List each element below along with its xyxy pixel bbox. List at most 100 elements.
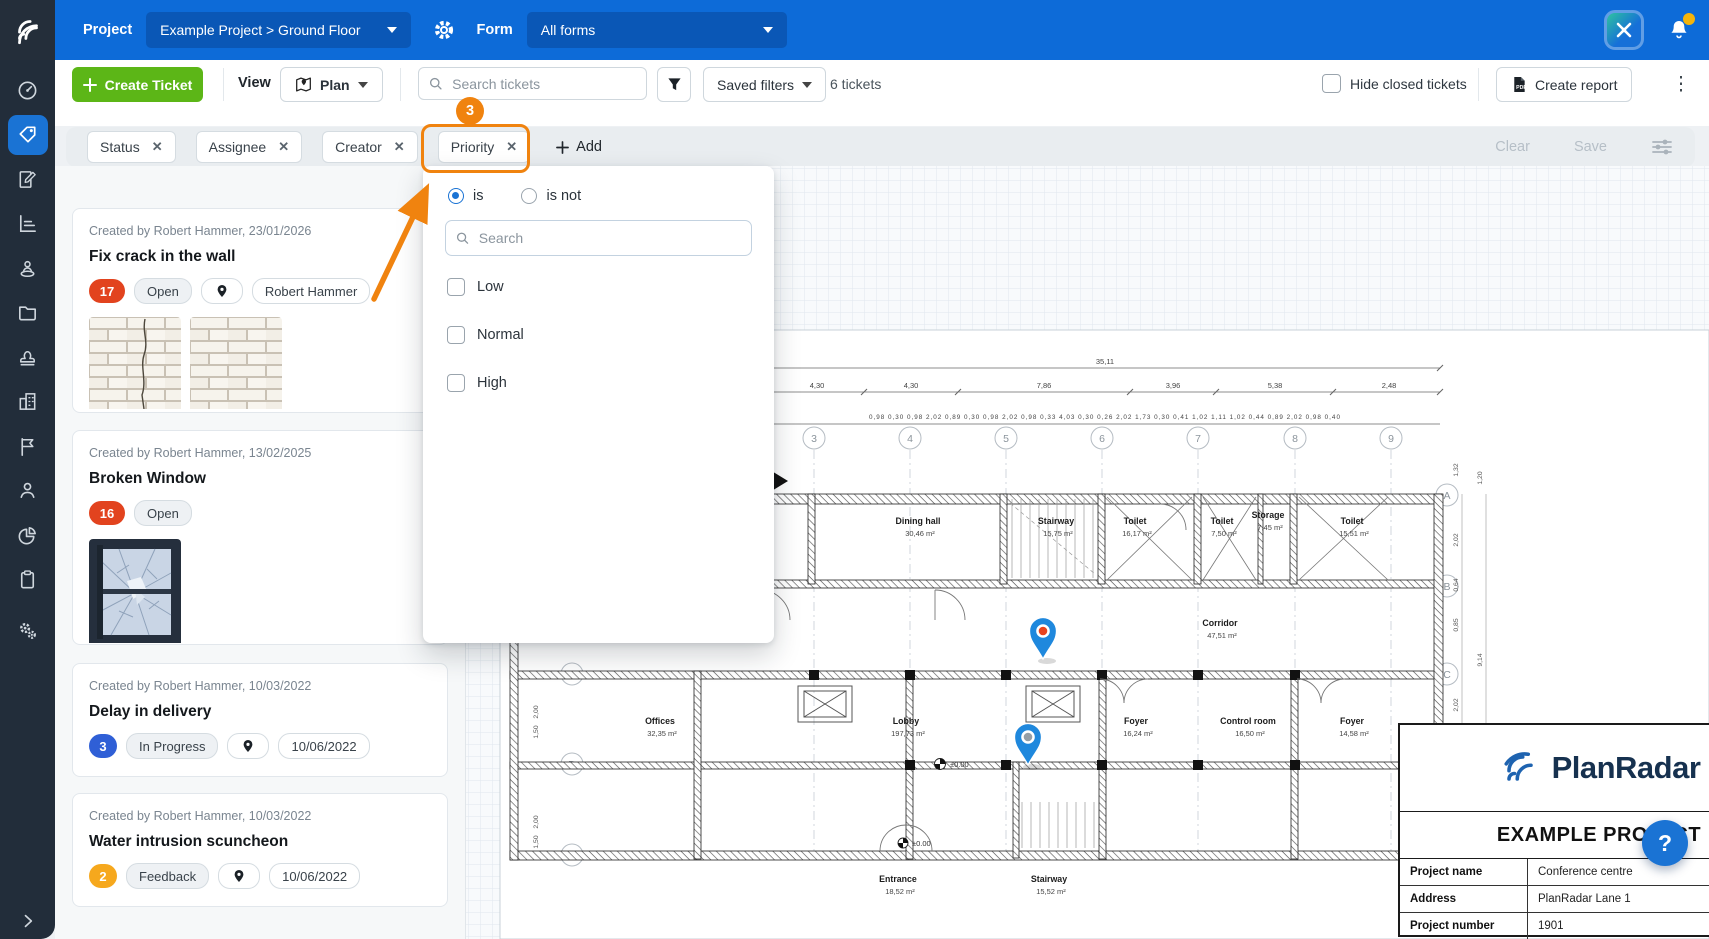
sidebar-item-reports[interactable]: [8, 515, 48, 555]
view-mode-plan-button[interactable]: Plan: [280, 67, 383, 102]
sidebar-item-tasks[interactable]: [8, 560, 48, 600]
add-filter-button[interactable]: Add: [556, 139, 602, 155]
plan-title-logo: PlanRadar: [1400, 725, 1709, 812]
pdf-report-icon: PDF: [1511, 76, 1527, 93]
radio-is-not[interactable]: is not: [521, 188, 581, 204]
priority-option-low[interactable]: Low: [447, 278, 752, 296]
clear-filters-button[interactable]: Clear: [1495, 139, 1530, 155]
svg-text:4,30: 4,30: [810, 381, 825, 390]
priority-search-box[interactable]: [445, 220, 752, 256]
priority-option-normal[interactable]: Normal: [447, 326, 752, 344]
sidebar-item-approvals[interactable]: [8, 337, 48, 377]
ticket-number-badge: 16: [89, 501, 125, 525]
brick-wall-photo[interactable]: [190, 317, 282, 414]
svg-text:2,00: 2,00: [533, 705, 540, 718]
ticket-card-fix-crack[interactable]: Created by Robert Hammer, 23/01/2026 Fix…: [72, 208, 448, 413]
ticket-created-by: Created by Robert Hammer, 10/03/2022: [89, 679, 431, 693]
map-icon: [295, 76, 312, 93]
svg-text:0,85: 0,85: [1453, 618, 1460, 631]
checkbox[interactable]: [447, 278, 465, 296]
planradar-logo[interactable]: [0, 0, 55, 60]
help-button[interactable]: ?: [1642, 820, 1688, 866]
filter-chip-creator[interactable]: Creator✕: [322, 131, 418, 163]
brick-wall-cracked-photo[interactable]: [89, 317, 181, 414]
svg-text:16,17 m²: 16,17 m²: [1122, 529, 1152, 538]
sidebar-item-documents[interactable]: [8, 293, 48, 333]
plus-icon: [83, 78, 97, 92]
svg-text:Toilet: Toilet: [1211, 516, 1234, 526]
ticket-card-water-intrusion[interactable]: Created by Robert Hammer, 10/03/2022 Wat…: [72, 793, 448, 907]
filter-funnel-button[interactable]: [657, 67, 691, 102]
pin-icon: [233, 869, 245, 883]
filter-chip-assignee[interactable]: Assignee✕: [196, 131, 303, 163]
hide-closed-checkbox[interactable]: [1322, 74, 1341, 93]
create-ticket-button[interactable]: Create Ticket: [72, 67, 203, 102]
form-selector-value: All forms: [541, 22, 595, 38]
filter-chip-status[interactable]: Status✕: [87, 131, 176, 163]
close-icon[interactable]: ✕: [394, 139, 405, 155]
ticket-card-broken-window[interactable]: Created by Robert Hammer, 13/02/2025 Bro…: [72, 430, 448, 645]
more-options-kebab-icon[interactable]: ⋮: [1667, 70, 1695, 98]
svg-text:32,35 m²: 32,35 m²: [647, 729, 677, 738]
svg-text:7,45 m²: 7,45 m²: [1257, 523, 1283, 532]
ticket-card-delay-in-delivery[interactable]: Created by Robert Hammer, 10/03/2022 Del…: [72, 663, 448, 777]
folder-icon: [16, 301, 39, 324]
svg-text:16,24 m²: 16,24 m²: [1123, 729, 1153, 738]
close-icon[interactable]: ✕: [506, 139, 517, 155]
sidebar-item-contacts[interactable]: [8, 471, 48, 511]
form-edit-icon: [16, 168, 39, 191]
form-selector[interactable]: All forms: [527, 12, 787, 48]
svg-text:Corridor: Corridor: [1202, 618, 1238, 628]
priority-search-input[interactable]: [477, 229, 741, 247]
app-switcher-icon[interactable]: [1607, 13, 1641, 47]
ticket-badges: 3 In Progress 10/06/2022: [89, 733, 431, 759]
sidebar-item-projects[interactable]: [8, 382, 48, 422]
tickets-count: 6 tickets: [830, 76, 881, 92]
svg-text:5: 5: [1003, 433, 1009, 445]
search-tickets-box[interactable]: [418, 67, 647, 100]
sidebar-item-dashboard[interactable]: [8, 70, 48, 110]
plus-icon: [556, 141, 569, 154]
ticket-created-by: Created by Robert Hammer, 10/03/2022: [89, 809, 431, 823]
filter-settings-sliders-icon[interactable]: [1651, 137, 1673, 157]
radio-is[interactable]: is: [448, 188, 483, 204]
ticket-number-badge: 17: [89, 279, 125, 303]
ticket-photos: [89, 317, 431, 414]
sidebar-expand-chevron-icon[interactable]: [0, 911, 55, 931]
ticket-number-badge: 3: [89, 734, 117, 758]
svg-text:14,58 m²: 14,58 m²: [1339, 729, 1369, 738]
left-sidebar: [0, 60, 55, 939]
priority-option-high[interactable]: High: [447, 374, 752, 392]
planradar-app: Project Example Project > Ground Floor F…: [0, 0, 1709, 939]
sidebar-item-issues[interactable]: [8, 426, 48, 466]
stamp-icon: [16, 346, 39, 369]
sidebar-item-tickets[interactable]: [8, 115, 48, 155]
svg-text:C: C: [1443, 669, 1451, 681]
sidebar-item-forms[interactable]: [8, 159, 48, 199]
notifications-bell-icon[interactable]: [1667, 18, 1691, 42]
checkbox[interactable]: [447, 326, 465, 344]
ticket-badges: 16 Open: [89, 500, 431, 526]
tickets-toolbar: Create Ticket View Plan Saved filters 6 …: [55, 60, 1709, 126]
create-report-button[interactable]: PDF Create report: [1496, 67, 1632, 102]
search-tickets-input[interactable]: [450, 75, 636, 93]
sidebar-item-site-presence[interactable]: [8, 248, 48, 288]
checkbox[interactable]: [447, 374, 465, 392]
tag-icon: [16, 123, 39, 146]
sidebar-item-settings[interactable]: [8, 610, 48, 650]
project-settings-gear-icon[interactable]: [433, 19, 455, 41]
project-selector[interactable]: Example Project > Ground Floor: [146, 12, 410, 48]
close-icon[interactable]: ✕: [152, 139, 163, 155]
ticket-badges: 2 Feedback 10/06/2022: [89, 863, 431, 889]
due-date-badge: 10/06/2022: [278, 733, 369, 759]
filter-chip-bar: Status✕ Assignee✕ Creator✕ Priority✕ Add…: [66, 127, 1695, 167]
filter-chip-priority[interactable]: Priority✕: [438, 131, 530, 163]
close-icon[interactable]: ✕: [278, 139, 289, 155]
sidebar-item-statistics[interactable]: [8, 204, 48, 244]
ticket-list-panel: Created by Robert Hammer, 23/01/2026 Fix…: [55, 166, 466, 939]
saved-filters-button[interactable]: Saved filters: [703, 67, 826, 102]
ticket-number-badge: 2: [89, 864, 117, 888]
broken-window-photo[interactable]: [89, 539, 181, 648]
save-filters-button[interactable]: Save: [1574, 139, 1607, 155]
hide-closed-tickets-toggle[interactable]: Hide closed tickets: [1322, 74, 1467, 93]
